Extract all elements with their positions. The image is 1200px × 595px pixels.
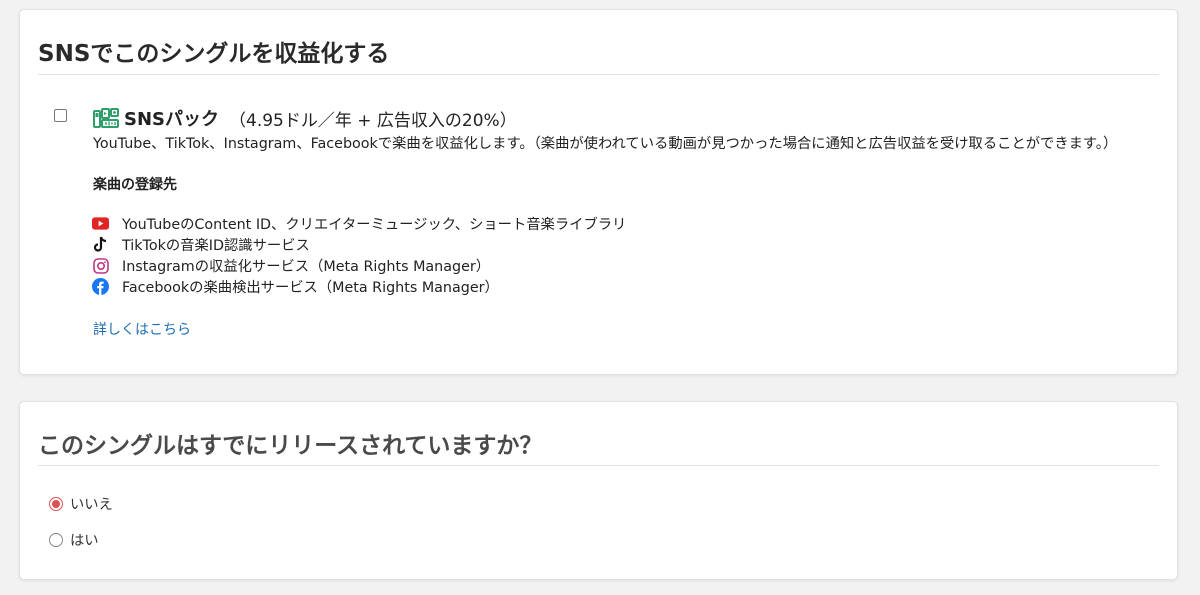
monetize-card: SNSでこのシングルを収益化する SNSパック （4.95ドル／年 + 広告収入… xyxy=(19,9,1178,375)
service-label: YouTubeのContent ID、クリエイターミュージック、ショート音楽ライ… xyxy=(122,217,627,233)
monetize-title: SNSでこのシングルを収益化する xyxy=(38,41,390,67)
sns-pack-name: SNSパック xyxy=(124,109,219,130)
service-label: Facebookの楽曲検出サービス（Meta Rights Manager） xyxy=(122,280,499,296)
youtube-icon xyxy=(92,215,109,232)
radio-option-yes[interactable]: はい xyxy=(49,529,99,550)
service-item-youtube: YouTubeのContent ID、クリエイターミュージック、ショート音楽ライ… xyxy=(92,213,626,234)
instagram-icon xyxy=(92,257,109,274)
service-item-instagram: Instagramの収益化サービス（Meta Rights Manager） xyxy=(92,255,626,276)
radio-option-no[interactable]: いいえ xyxy=(49,493,113,514)
service-label: Instagramの収益化サービス（Meta Rights Manager） xyxy=(122,259,491,275)
sns-pack-header: SNSパック （4.95ドル／年 + 広告収入の20%） xyxy=(93,105,517,131)
radio-no-button[interactable] xyxy=(49,496,63,511)
radio-no-label: いいえ xyxy=(70,497,113,513)
registration-heading: 楽曲の登録先 xyxy=(93,177,177,193)
facebook-icon xyxy=(92,278,109,295)
learn-more-link[interactable]: 詳しくはこちら xyxy=(93,319,191,339)
radio-yes-button[interactable] xyxy=(49,532,63,547)
sns-pack-checkbox[interactable] xyxy=(54,109,67,122)
service-item-tiktok: TikTokの音楽ID認識サービス xyxy=(92,234,626,255)
radio-yes-label: はい xyxy=(70,533,99,549)
sns-pack-description: YouTube、TikTok、Instagram、Facebookで楽曲を収益化… xyxy=(93,136,1118,152)
release-card: このシングルはすでにリリースされていますか？ いいえ はい xyxy=(19,401,1178,580)
sns-pack-price: （4.95ドル／年 + 広告収入の20%） xyxy=(229,110,517,131)
service-label: TikTokの音楽ID認識サービス xyxy=(122,238,310,254)
divider xyxy=(38,465,1159,466)
divider xyxy=(38,74,1159,75)
service-item-facebook: Facebookの楽曲検出サービス（Meta Rights Manager） xyxy=(92,276,626,297)
sns-pack-icon xyxy=(93,107,119,129)
services-list: YouTubeのContent ID、クリエイターミュージック、ショート音楽ライ… xyxy=(92,213,626,297)
release-title: このシングルはすでにリリースされていますか？ xyxy=(38,433,543,459)
tiktok-icon xyxy=(92,236,109,253)
